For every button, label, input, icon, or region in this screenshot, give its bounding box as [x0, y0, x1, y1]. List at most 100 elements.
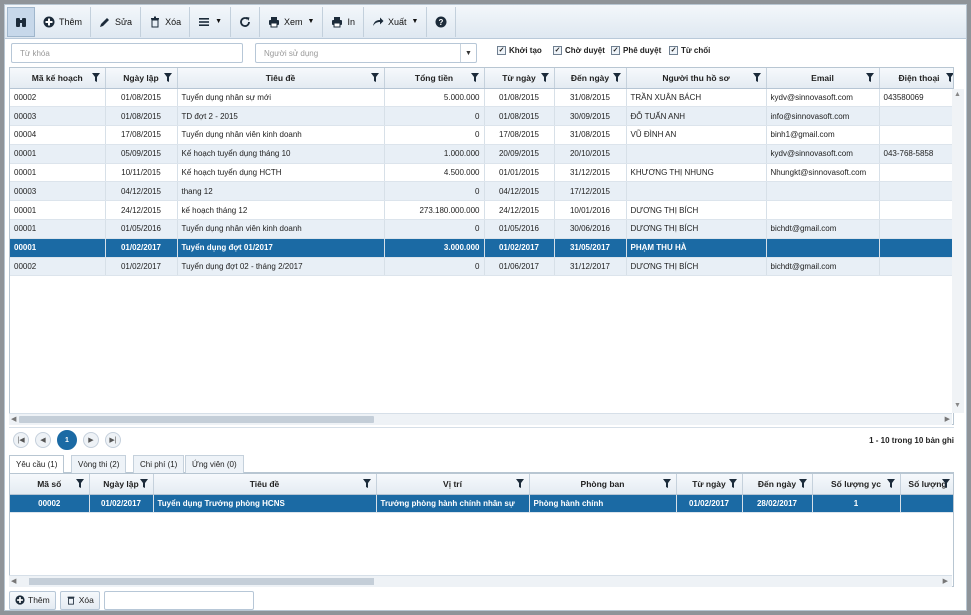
filter-icon[interactable]	[865, 73, 874, 82]
column-header[interactable]: Đến ngày	[554, 68, 627, 89]
table-cell: binh1@gmail.com	[766, 125, 880, 145]
table-cell: 10/11/2015	[105, 163, 178, 183]
column-header[interactable]: Ngày lập	[89, 474, 154, 495]
menu-dropdown-button[interactable]: ▼	[190, 6, 232, 37]
status-checkbox[interactable]: ✓ Từ chối	[669, 46, 710, 55]
refresh-button[interactable]	[231, 6, 261, 37]
bottom-text-input[interactable]	[103, 590, 254, 610]
table-row[interactable]: 00002 01/02/2017 Tuyển dụng Trưởng phòng H…	[10, 494, 953, 514]
table-row[interactable]: 00003 04/12/2015 thang 12 0 04/12/2015 17/12/…	[10, 181, 953, 202]
column-header-label: Ngày lập	[123, 72, 159, 83]
table-cell	[879, 125, 953, 145]
column-header[interactable]: Mã số	[10, 474, 90, 495]
print-button[interactable]: In	[323, 6, 364, 37]
filter-icon[interactable]	[728, 479, 737, 488]
table-row[interactable]: 00002 01/08/2015 Tuyển dụng nhân sự mới 5.0…	[10, 88, 953, 108]
table-cell: 01/05/2016	[105, 219, 178, 239]
status-checkbox[interactable]: ✓ Chờ duyệt	[553, 46, 605, 55]
user-select[interactable]: Người sử dụng ▼	[255, 43, 477, 63]
detail-tab[interactable]: Yêu cầu (1)	[9, 455, 65, 474]
last-page-button[interactable]: ▶|	[105, 432, 121, 448]
table-row[interactable]: 00003 01/08/2015 TD đợt 2 - 2015 0 01/08/201…	[10, 106, 953, 127]
filter-icon[interactable]	[515, 479, 524, 488]
table-row[interactable]: 00001 01/05/2016 Tuyển dụng nhân viên kinh…	[10, 219, 953, 239]
column-header[interactable]: Email	[766, 68, 880, 89]
scroll-thumb[interactable]	[29, 578, 374, 585]
scroll-left-icon[interactable]: ◀	[11, 415, 16, 423]
filter-icon[interactable]	[798, 479, 807, 488]
delete-request-button[interactable]: Xóa	[59, 590, 100, 610]
column-header[interactable]: Đến ngày	[742, 474, 813, 495]
pager: |◀ ◀ 1 ▶ ▶| 1 - 10 trong 10 bản ghi	[9, 427, 954, 451]
filter-icon[interactable]	[662, 479, 671, 488]
filter-icon[interactable]	[75, 479, 84, 488]
filter-icon[interactable]	[752, 73, 761, 82]
table-row[interactable]: 00004 17/08/2015 Tuyển dụng nhân viên kinh…	[10, 125, 953, 145]
next-page-button[interactable]: ▶	[83, 432, 99, 448]
table-row[interactable]: 00001 01/02/2017 Tuyển dụng đợt 01/2017 3.0…	[10, 238, 953, 258]
detail-tab[interactable]: Vòng thi (2)	[71, 455, 127, 473]
table-cell: 00002	[10, 494, 90, 514]
help-button[interactable]: ?	[427, 6, 457, 37]
add-request-button[interactable]: Thêm	[9, 590, 56, 610]
trash-icon	[151, 16, 160, 27]
table-row[interactable]: 00001 05/09/2015 Kế hoạch tuyển dụng tháng…	[10, 144, 953, 164]
filter-icon[interactable]	[941, 479, 950, 488]
column-header[interactable]: Vị trí	[376, 474, 530, 495]
column-header[interactable]: Số lượng yc	[812, 474, 901, 495]
column-header[interactable]: Từ ngày	[676, 474, 743, 495]
request-grid-horizontal-scrollbar[interactable]: ◀ ▶	[9, 575, 952, 587]
column-header-label: Đến ngày	[570, 72, 610, 83]
table-row[interactable]: 00002 01/02/2017 Tuyển dụng đợt 02 - tháng…	[10, 257, 953, 277]
plan-grid-vertical-scrollbar[interactable]: ▲ ▼	[952, 89, 964, 413]
filter-icon[interactable]	[470, 73, 479, 82]
keyword-input[interactable]: Từ khóa	[11, 43, 243, 63]
delete-button[interactable]: Xóa	[141, 6, 191, 37]
column-header[interactable]: Tiêu đề	[153, 474, 377, 495]
column-header[interactable]: Ngày lập	[105, 68, 178, 89]
plan-grid-horizontal-scrollbar[interactable]: ◀ ▶	[9, 413, 952, 425]
view-button[interactable]: Xem ▼	[260, 6, 324, 37]
scroll-right-icon[interactable]: ▶	[943, 577, 948, 585]
column-header[interactable]: Phòng ban	[529, 474, 677, 495]
filter-icon[interactable]	[886, 479, 895, 488]
status-checkbox-label: Chờ duyệt	[565, 46, 605, 55]
caret-down-icon[interactable]: ▼	[460, 44, 476, 62]
filter-icon[interactable]	[540, 73, 549, 82]
column-header[interactable]: Tiêu đề	[177, 68, 385, 89]
first-page-button[interactable]: |◀	[13, 432, 29, 448]
filter-icon[interactable]	[945, 73, 954, 82]
scroll-left-icon[interactable]: ◀	[11, 577, 16, 585]
prev-page-button[interactable]: ◀	[35, 432, 51, 448]
export-button[interactable]: Xuất ▼	[364, 6, 428, 37]
scroll-thumb[interactable]	[19, 416, 374, 423]
status-checkbox[interactable]: ✓ Khởi tạo	[497, 46, 542, 55]
filter-icon[interactable]	[139, 479, 148, 488]
column-header[interactable]: Từ ngày	[484, 68, 555, 89]
checkbox-box[interactable]: ✓	[669, 46, 678, 55]
detail-tab[interactable]: Ứng viên (0)	[185, 455, 244, 473]
filter-icon[interactable]	[163, 73, 172, 82]
checkbox-box[interactable]: ✓	[553, 46, 562, 55]
filter-icon[interactable]	[612, 73, 621, 82]
column-header[interactable]: Người thu hồ sơ	[626, 68, 767, 89]
status-checkbox[interactable]: ✓ Phê duyệt	[611, 46, 661, 55]
search-button[interactable]	[7, 6, 35, 37]
column-header[interactable]: Điện thoại	[879, 68, 954, 89]
edit-button[interactable]: Sửa	[91, 6, 142, 37]
add-button[interactable]: Thêm	[35, 6, 92, 37]
column-header[interactable]: Tổng tiền	[384, 68, 485, 89]
column-header[interactable]: Mã kế hoạch	[10, 68, 106, 89]
checkbox-box[interactable]: ✓	[497, 46, 506, 55]
checkbox-box[interactable]: ✓	[611, 46, 620, 55]
table-row[interactable]: 00001 10/11/2015 Kế hoạch tuyển dụng HCTH 4…	[10, 163, 953, 183]
detail-tab[interactable]: Chi phí (1)	[133, 455, 185, 473]
filter-icon[interactable]	[91, 73, 100, 82]
filter-icon[interactable]	[370, 73, 379, 82]
column-header[interactable]: Số lượng	[900, 474, 953, 495]
table-row[interactable]: 00001 24/12/2015 kế hoạch tháng 12 273.180.…	[10, 200, 953, 221]
scroll-right-icon[interactable]: ▶	[945, 415, 950, 423]
filter-icon[interactable]	[362, 479, 371, 488]
table-cell	[879, 106, 953, 127]
current-page-button[interactable]: 1	[57, 430, 77, 450]
